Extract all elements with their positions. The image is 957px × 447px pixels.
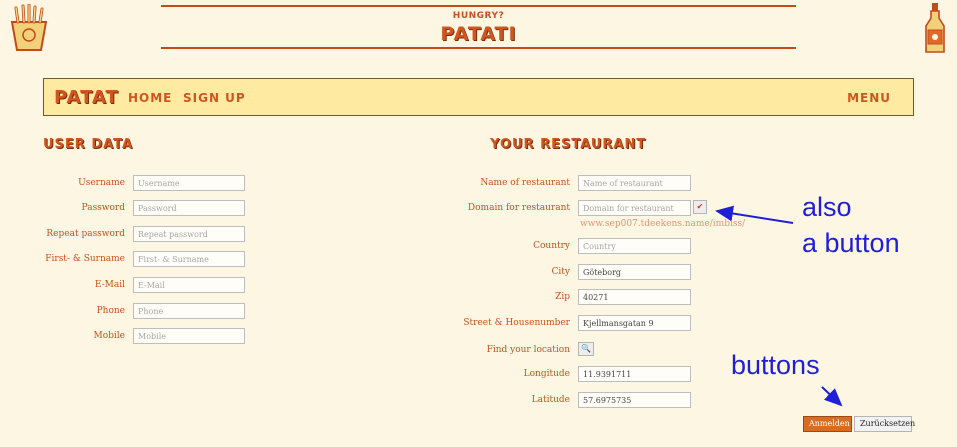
annotation-also: also <box>802 192 852 222</box>
annotation-a-button: a button <box>802 228 900 258</box>
arrow-to-buttons <box>821 386 843 407</box>
reset-button[interactable]: Zurücksetzen <box>854 416 915 432</box>
submit-button[interactable]: Anmelden <box>803 416 852 432</box>
annotation-buttons: buttons <box>731 350 820 380</box>
arrow-to-check-button <box>715 205 794 224</box>
